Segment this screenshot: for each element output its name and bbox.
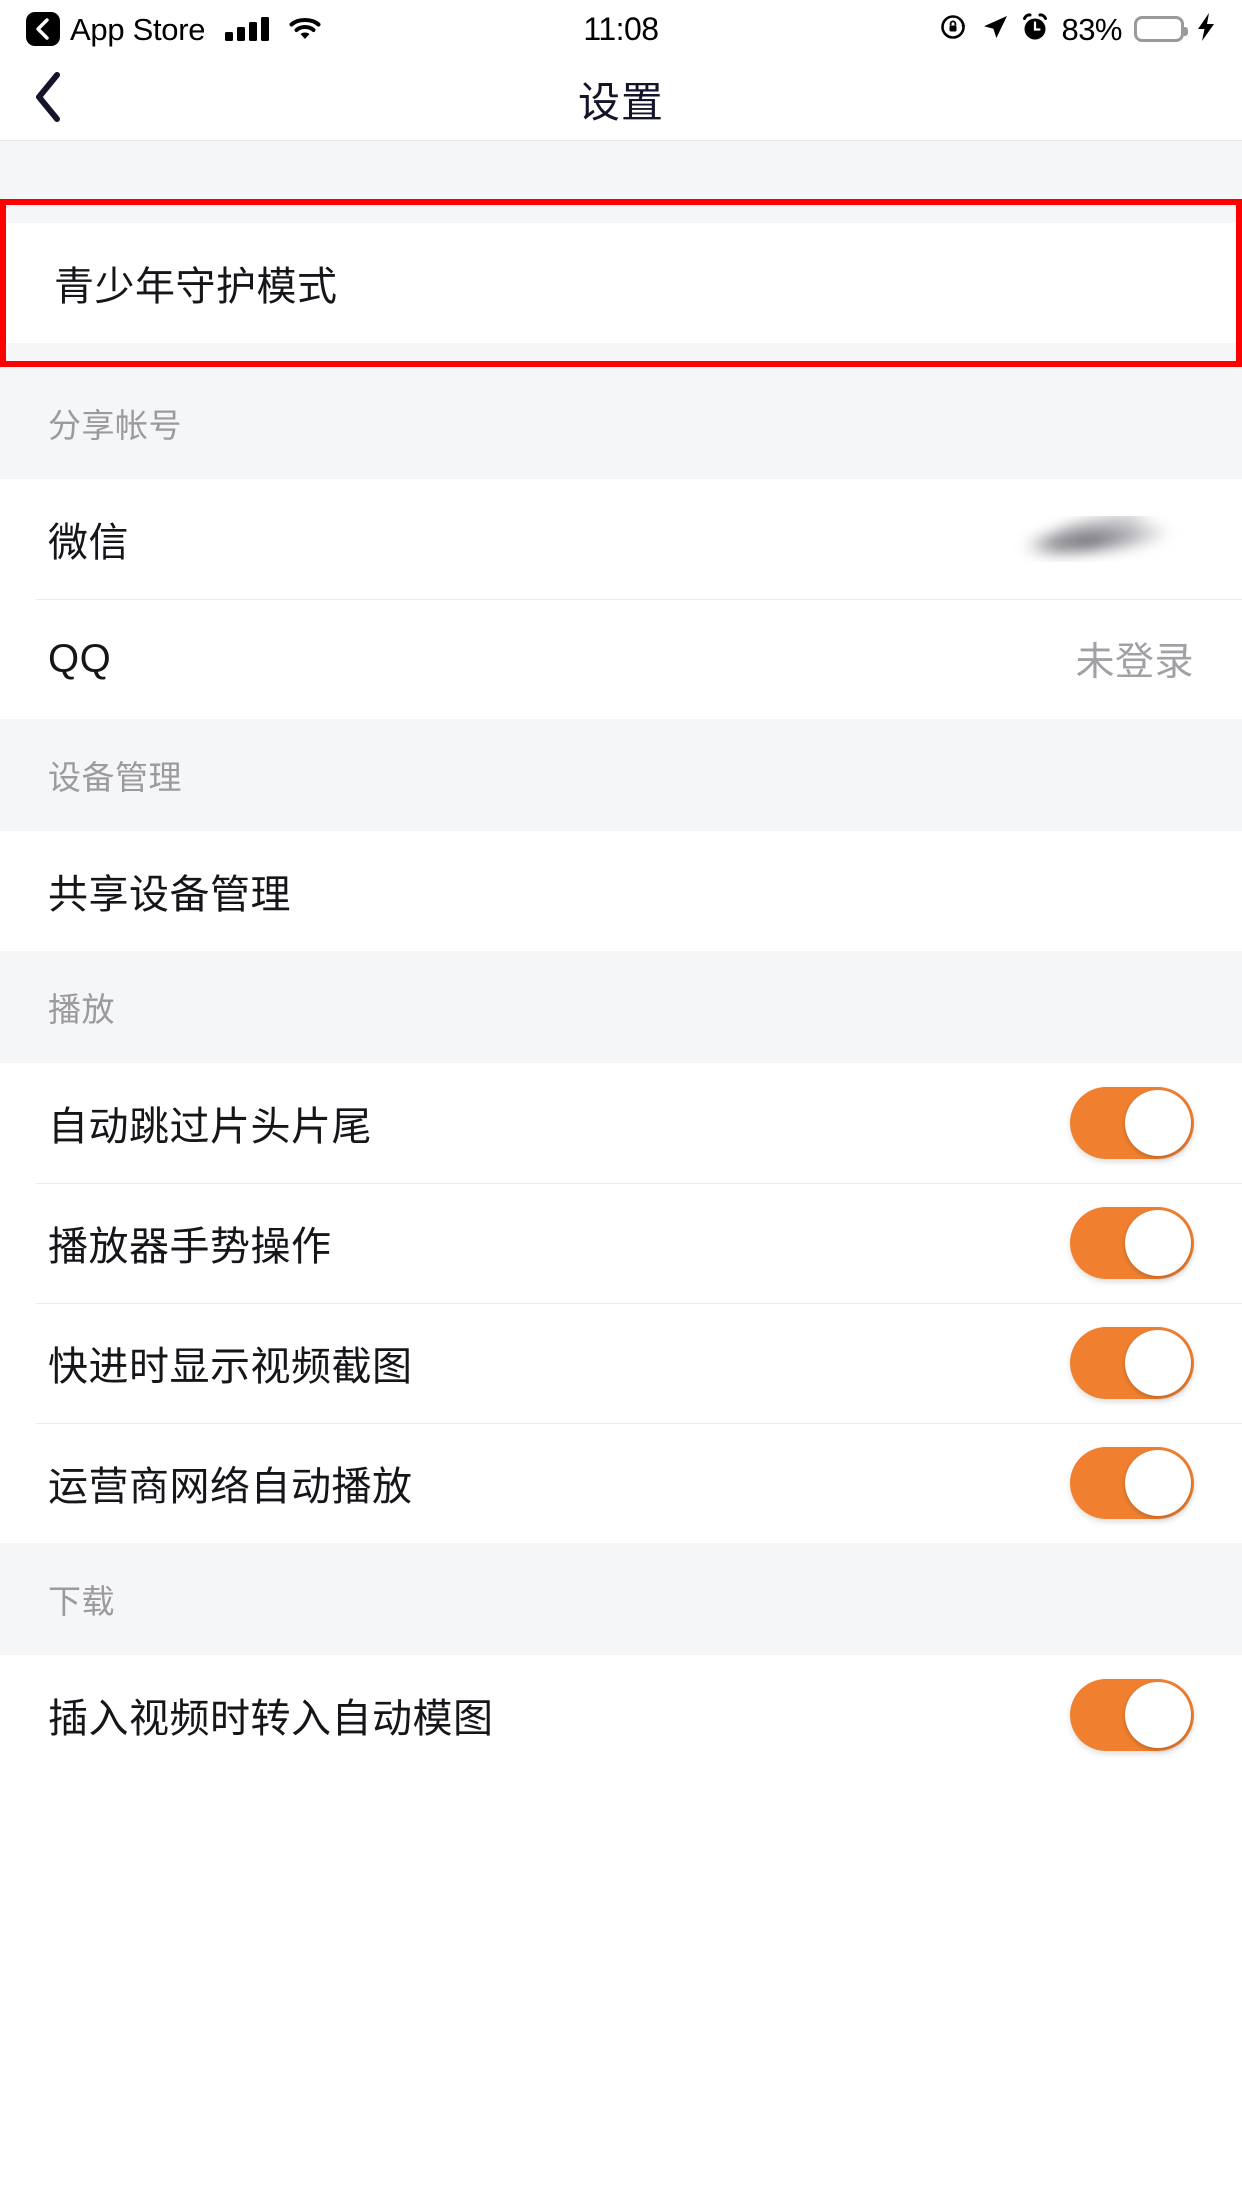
- status-bar-left: App Store: [26, 12, 321, 46]
- settings-row-shared-device-management[interactable]: 共享设备管理: [0, 831, 1242, 951]
- settings-group-share-account: 微信 QQ 未登录: [0, 479, 1242, 719]
- row-label: QQ: [48, 636, 112, 681]
- section-header-share-account: 分享帐号: [0, 367, 1242, 479]
- toggle-carrier-network-autoplay[interactable]: [1070, 1447, 1194, 1519]
- location-arrow-icon: [981, 13, 1009, 46]
- wechat-nickname-redacted: [1004, 516, 1194, 562]
- lightning-bolt-icon: [1196, 12, 1216, 47]
- group-pad-bottom: [6, 343, 1236, 361]
- alarm-clock-icon: [1021, 12, 1049, 47]
- status-bar-right: 83%: [939, 12, 1216, 47]
- group-pad-top: [6, 205, 1236, 223]
- toggle-auto-skip-intro-outro[interactable]: [1070, 1087, 1194, 1159]
- settings-row-youth-guard-mode[interactable]: 青少年守护模式: [6, 223, 1236, 343]
- section-header-label: 播放: [48, 991, 115, 1028]
- toggle-seek-preview-thumbnail[interactable]: [1070, 1327, 1194, 1399]
- row-label: 微信: [48, 521, 129, 565]
- row-label: 插入视频时转入自动模图: [48, 1697, 494, 1741]
- navigation-bar: 设置: [0, 58, 1242, 141]
- settings-row-carrier-network-autoplay[interactable]: 运营商网络自动播放: [0, 1423, 1242, 1543]
- row-label: 自动跳过片头片尾: [48, 1105, 372, 1149]
- settings-row-wechat[interactable]: 微信: [0, 479, 1242, 599]
- row-label: 青少年守护模式: [54, 265, 338, 309]
- section-header-label: 分享帐号: [48, 407, 182, 444]
- section-header-device-management: 设备管理: [0, 719, 1242, 831]
- settings-group-youth: 青少年守护模式: [6, 223, 1236, 343]
- section-header-download: 下载: [0, 1543, 1242, 1655]
- status-bar-app-label[interactable]: App Store: [70, 14, 205, 45]
- row-label: 播放器手势操作: [48, 1225, 332, 1269]
- page-title: 设置: [577, 78, 664, 126]
- toggle-player-gestures[interactable]: [1070, 1207, 1194, 1279]
- chevron-left-badge-icon[interactable]: [26, 12, 60, 46]
- status-bar: App Store 11:08 83%: [0, 0, 1242, 58]
- rotation-lock-icon: [939, 12, 969, 47]
- section-header-label: 设备管理: [48, 759, 182, 796]
- toggle-download-first[interactable]: [1070, 1679, 1194, 1751]
- section-header-playback: 播放: [0, 951, 1242, 1063]
- settings-row-seek-preview-thumbnail[interactable]: 快进时显示视频截图: [0, 1303, 1242, 1423]
- row-label: 共享设备管理: [48, 873, 291, 917]
- settings-group-device-management: 共享设备管理: [0, 831, 1242, 951]
- section-gap: [0, 141, 1242, 199]
- section-header-label: 下载: [48, 1583, 115, 1620]
- settings-list[interactable]: 青少年守护模式 分享帐号 微信 QQ 未登录 设备管理 共享设备管理 播放 自动…: [0, 141, 1242, 1775]
- row-value: 未登录: [1075, 641, 1194, 684]
- cellular-signal-icon: [225, 17, 270, 41]
- settings-row-download-first[interactable]: 插入视频时转入自动模图: [0, 1655, 1242, 1775]
- settings-group-playback: 自动跳过片头片尾 播放器手势操作 快进时显示视频截图 运营商网络自动播放: [0, 1063, 1242, 1543]
- settings-row-auto-skip-intro-outro[interactable]: 自动跳过片头片尾: [0, 1063, 1242, 1183]
- wifi-icon: [289, 17, 321, 41]
- highlight-annotation-box: 青少年守护模式: [0, 199, 1242, 367]
- battery-percent-label: 83%: [1061, 11, 1122, 47]
- row-label: 快进时显示视频截图: [48, 1345, 413, 1389]
- settings-row-player-gestures[interactable]: 播放器手势操作: [0, 1183, 1242, 1303]
- settings-row-qq[interactable]: QQ 未登录: [0, 599, 1242, 719]
- battery-icon: [1134, 16, 1188, 42]
- row-label: 运营商网络自动播放: [48, 1465, 413, 1509]
- settings-group-download: 插入视频时转入自动模图: [0, 1655, 1242, 1775]
